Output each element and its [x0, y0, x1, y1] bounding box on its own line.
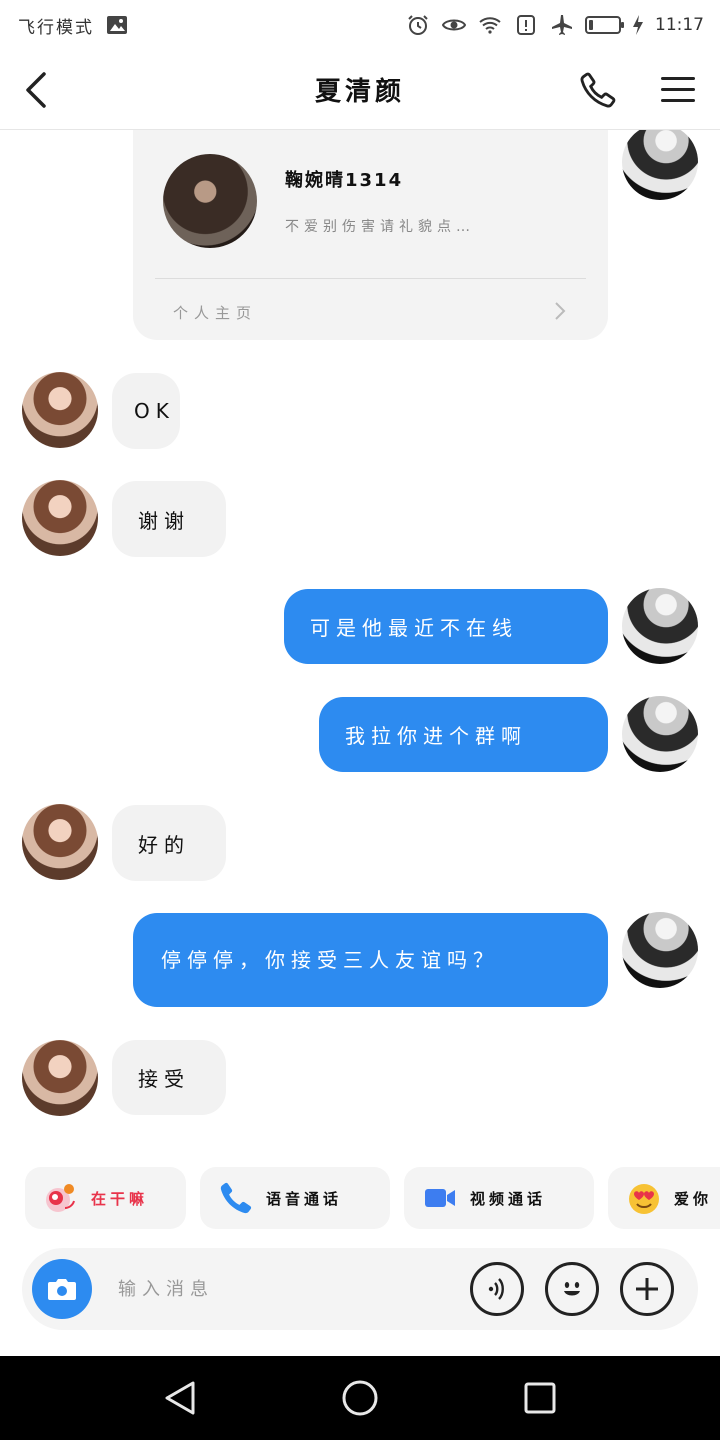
nav-home-button[interactable]	[338, 1376, 382, 1420]
eye-icon	[441, 12, 467, 38]
message-input[interactable]	[118, 1269, 448, 1309]
message-bubble[interactable]: 好的	[112, 805, 226, 881]
camera-button[interactable]	[32, 1259, 92, 1319]
composer	[22, 1248, 698, 1330]
avatar[interactable]	[22, 480, 98, 556]
alarm-icon	[405, 12, 431, 38]
contact-name: 夏清颜	[314, 77, 405, 107]
chevron-right-icon	[550, 298, 570, 324]
battery-level	[589, 20, 593, 30]
message-bubble[interactable]: 接受	[112, 1040, 226, 1115]
message-bubble[interactable]: 可是他最近不在线	[284, 589, 608, 664]
message-bubble[interactable]: 我拉你进个群啊	[319, 697, 608, 772]
emoji-button[interactable]	[545, 1262, 599, 1316]
back-button[interactable]	[14, 66, 58, 114]
avatar[interactable]	[622, 912, 698, 988]
quick-action-label: 视频通话	[470, 1189, 547, 1208]
avatar[interactable]	[622, 130, 698, 200]
message-bubble[interactable]: 停停停，你接受三人友谊吗？	[133, 913, 608, 1007]
status-bar: 飞行模式 11:17	[0, 0, 720, 50]
airplane-icon	[549, 12, 575, 38]
triangle-back-icon	[165, 1381, 195, 1415]
video-icon	[425, 1189, 455, 1207]
status-right: 11:17	[405, 12, 704, 38]
phone-icon	[220, 1182, 252, 1214]
image-icon	[104, 12, 130, 38]
divider	[155, 278, 586, 279]
card-bio: 不爱别伤害请礼貌点…	[285, 219, 475, 235]
airplane-mode-text: 飞行模式	[18, 17, 94, 38]
heart-eyes-icon	[629, 1184, 659, 1214]
card-name: 鞠婉晴1314	[285, 170, 404, 191]
avatar[interactable]	[22, 372, 98, 448]
avatar[interactable]	[22, 1040, 98, 1116]
plus-icon	[636, 1278, 658, 1300]
clock: 11:17	[655, 15, 704, 35]
avatar[interactable]	[22, 804, 98, 880]
add-button[interactable]	[620, 1262, 674, 1316]
quick-action-label: 爱你	[674, 1189, 713, 1208]
alert-icon	[513, 12, 539, 38]
profile-card[interactable]: 鞠婉晴1314 不爱别伤害请礼貌点… 个人主页	[133, 130, 608, 340]
circle-home-icon	[342, 1380, 378, 1416]
charging-icon	[631, 12, 645, 38]
quick-action-video-call[interactable]: 视频通话	[404, 1167, 594, 1229]
quick-action-love[interactable]: 爱你	[608, 1167, 720, 1229]
voice-wave-icon	[488, 1278, 504, 1300]
avatar[interactable]	[622, 588, 698, 664]
quick-action-voice-call[interactable]: 语音通话	[200, 1167, 390, 1229]
message-bubble[interactable]: OK	[112, 373, 180, 449]
camera-icon	[48, 1279, 76, 1300]
menu-button[interactable]	[656, 68, 700, 112]
chat-header: 夏清颜	[0, 50, 720, 130]
square-recents-icon	[524, 1382, 556, 1414]
card-footer-label: 个人主页	[173, 304, 258, 322]
quick-action-label: 语音通话	[266, 1189, 343, 1208]
wifi-icon	[477, 12, 503, 38]
message-list[interactable]: 鞠婉晴1314 不爱别伤害请礼貌点… 个人主页 OK 谢谢 可是他最近不在线 我…	[0, 130, 720, 1150]
smiley-icon	[564, 1282, 580, 1296]
wave-icon	[46, 1184, 75, 1212]
card-avatar	[163, 154, 257, 248]
hamburger-icon	[661, 77, 695, 102]
message-bubble[interactable]: 谢谢	[112, 481, 226, 557]
nav-back-button[interactable]	[158, 1376, 202, 1420]
chevron-left-icon	[26, 72, 46, 108]
call-button[interactable]	[576, 68, 620, 112]
nav-recents-button[interactable]	[518, 1376, 562, 1420]
quick-actions-bar: 在干嘛 语音通话 视频通话 爱你	[0, 1160, 720, 1236]
status-left: 飞行模式	[18, 12, 130, 38]
quick-action-label: 在干嘛	[91, 1189, 149, 1208]
voice-button[interactable]	[470, 1262, 524, 1316]
system-nav-bar	[0, 1356, 720, 1440]
avatar[interactable]	[622, 696, 698, 772]
battery-icon	[585, 16, 624, 34]
phone-icon	[580, 72, 616, 108]
quick-action-busy[interactable]: 在干嘛	[25, 1167, 186, 1229]
